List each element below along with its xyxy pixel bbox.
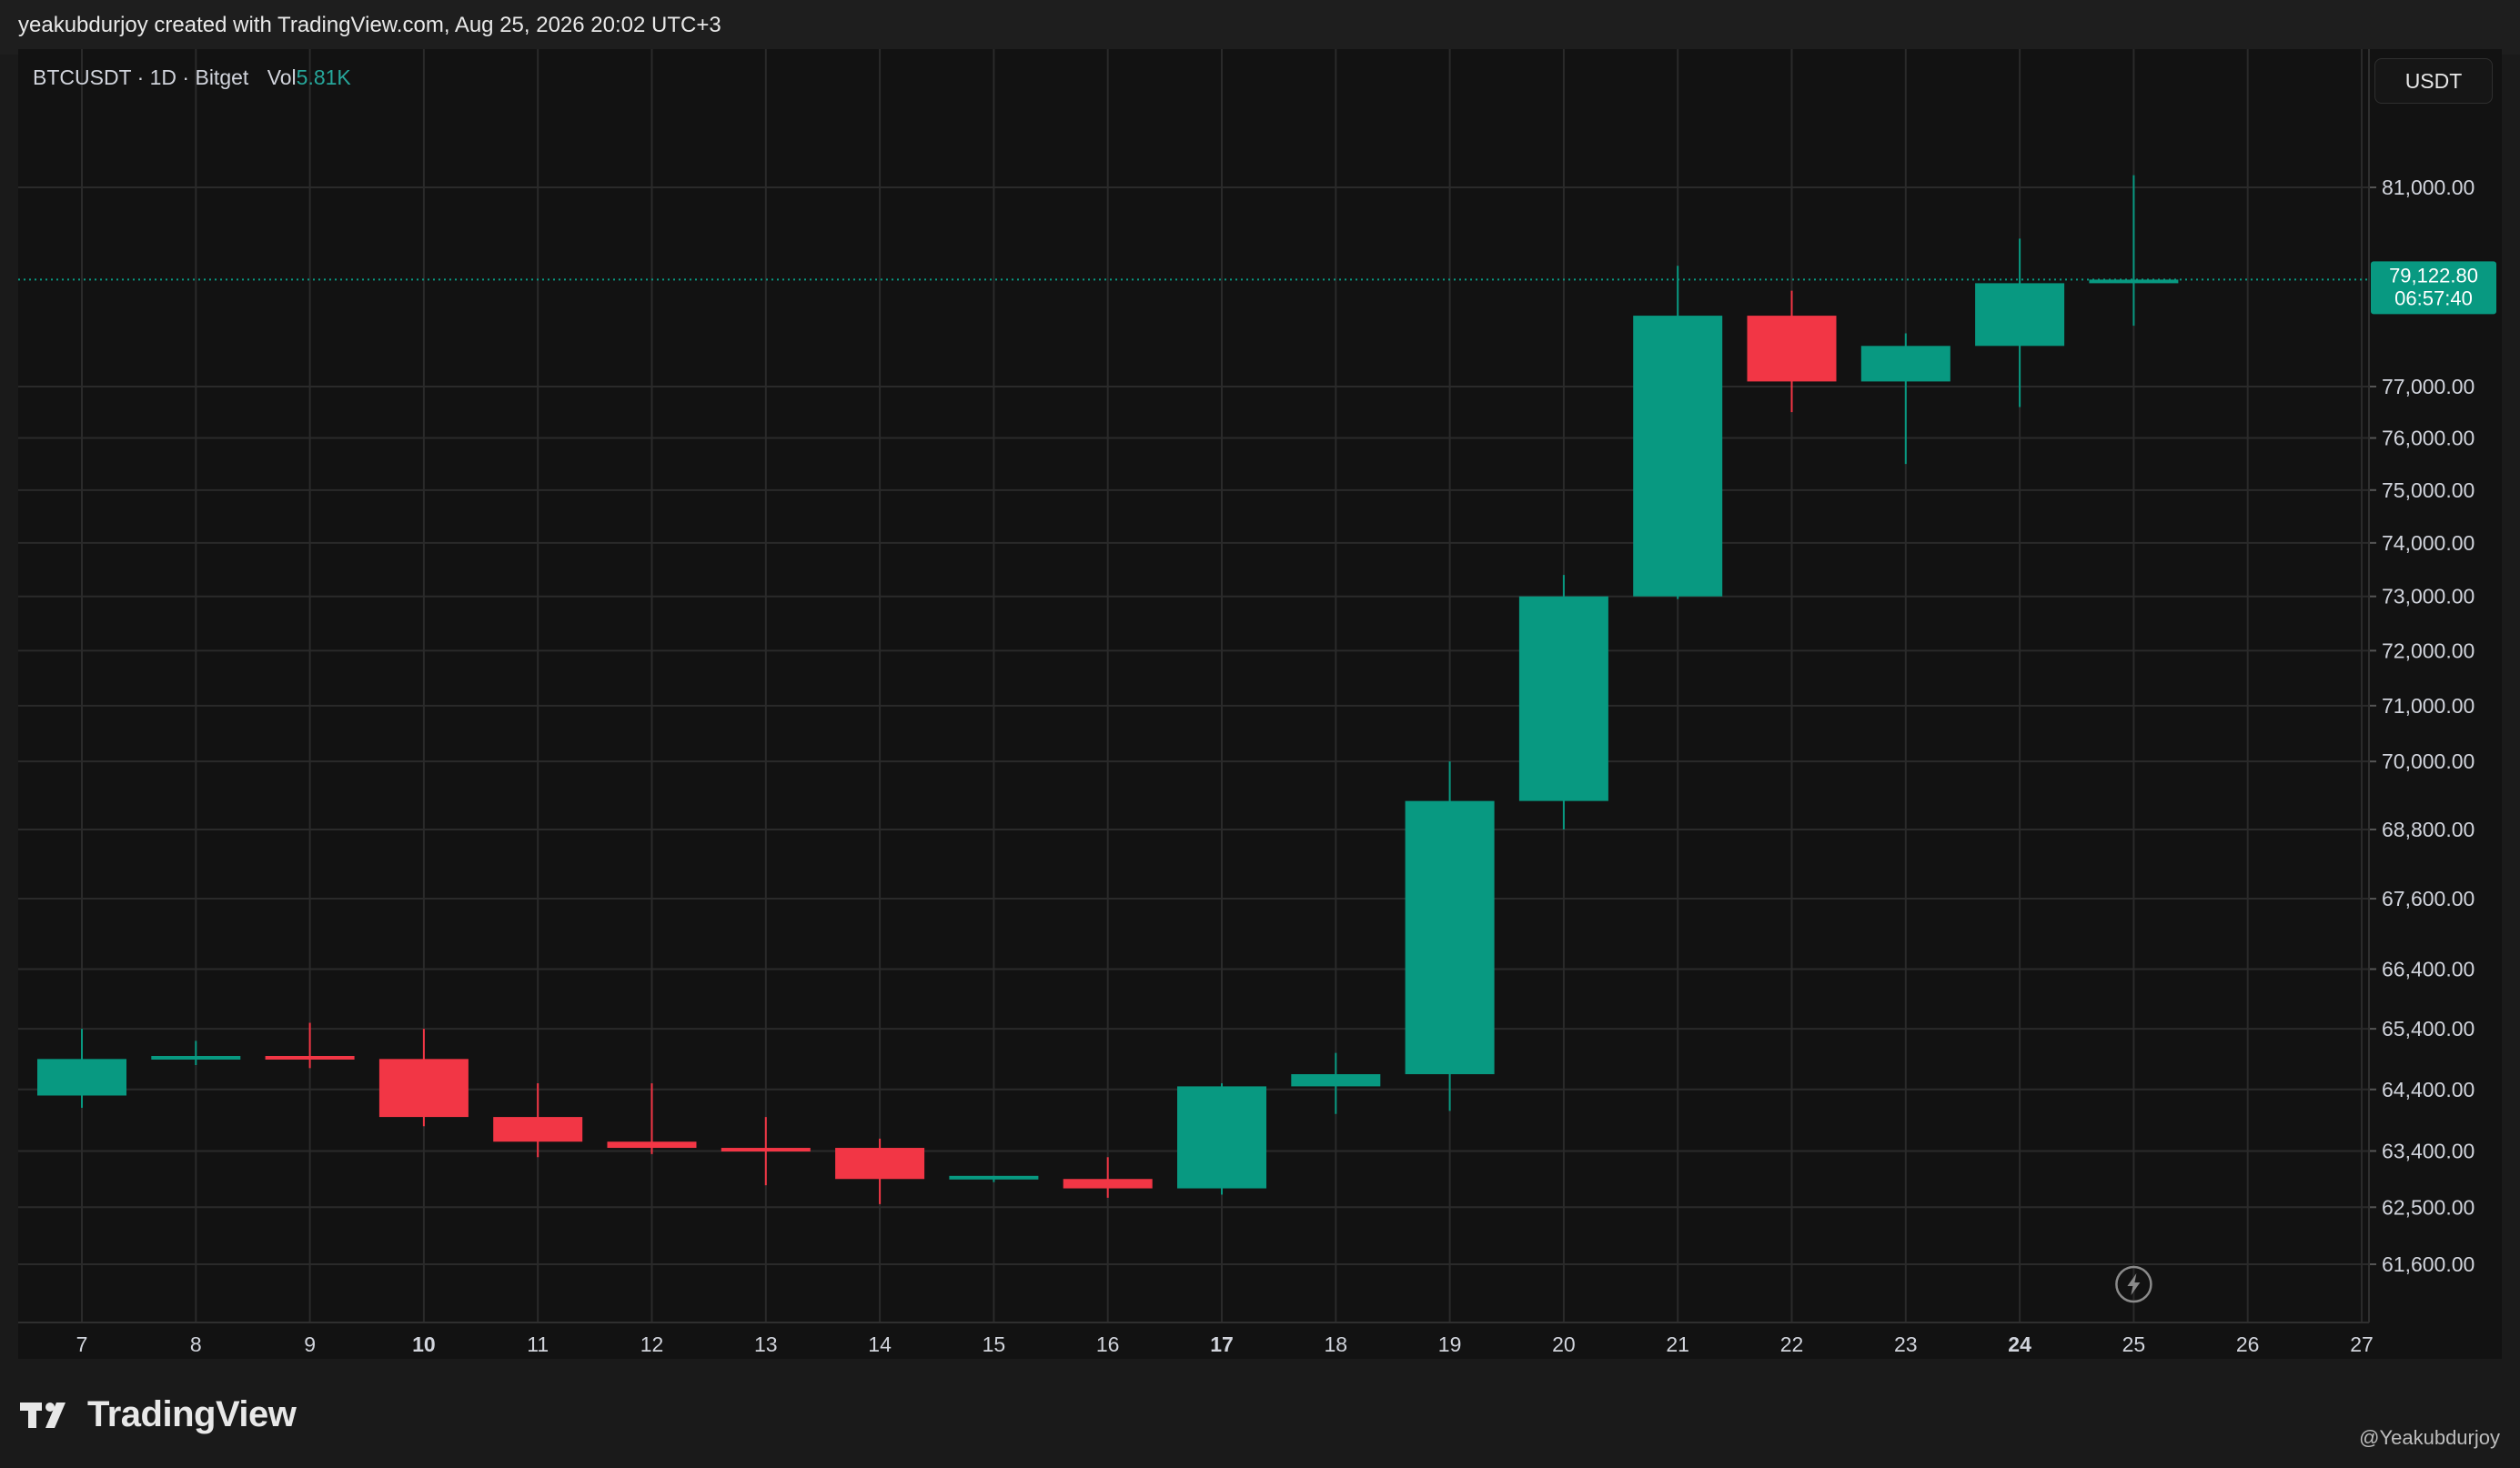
symbol-legend: BTCUSDT · 1D · Bitget Vol5.81K <box>33 65 351 90</box>
y-tick-label: 61,600.00 <box>2382 1252 2475 1276</box>
x-tick-label: 14 <box>868 1332 892 1356</box>
y-tick-label: 64,400.00 <box>2382 1078 2475 1101</box>
candle-body[interactable] <box>2089 279 2179 284</box>
symbol-info[interactable]: BTCUSDT · 1D · Bitget <box>33 65 248 89</box>
current-price-label: 79,122.80 <box>2389 264 2478 287</box>
volume-value: 5.81K <box>296 65 351 89</box>
y-tick-label: 62,500.00 <box>2382 1195 2475 1219</box>
y-tick-label: 71,000.00 <box>2382 694 2475 718</box>
x-tick-label: 9 <box>304 1332 316 1356</box>
candle-body[interactable] <box>1291 1074 1381 1087</box>
candle-body[interactable] <box>378 1059 469 1118</box>
y-tick-label: 65,400.00 <box>2382 1017 2475 1041</box>
candle-body[interactable] <box>1518 596 1608 801</box>
candle-body[interactable] <box>607 1141 697 1149</box>
x-tick-label: 19 <box>1438 1332 1462 1356</box>
y-tick-label: 72,000.00 <box>2382 638 2475 662</box>
x-tick-label: 18 <box>1325 1332 1348 1356</box>
candle-body[interactable] <box>1975 283 2065 347</box>
tradingview-logo-icon <box>20 1403 66 1428</box>
candle-body[interactable] <box>949 1175 1039 1180</box>
x-tick-label: 27 <box>2350 1332 2374 1356</box>
candlestick-chart[interactable]: 7 8 9 10 11 12 13 14 15 16 17 18 19 20 21 22 23 24 25 26 27 8… <box>18 49 2502 1359</box>
x-tick-label: 20 <box>1552 1332 1576 1356</box>
x-tick-label: 12 <box>640 1332 664 1356</box>
candle-body[interactable] <box>265 1055 355 1060</box>
x-tick-label: 13 <box>754 1332 778 1356</box>
attribution-caption: yeakubdurjoy created with TradingView.co… <box>18 13 721 37</box>
x-tick-label: 23 <box>1894 1332 1918 1356</box>
y-tick-label: 66,400.00 <box>2382 958 2475 981</box>
candle-body[interactable] <box>493 1117 583 1142</box>
countdown-label: 06:57:40 <box>2394 287 2473 309</box>
x-tick-label: 11 <box>527 1332 549 1356</box>
chart-area[interactable]: 7 8 9 10 11 12 13 14 15 16 17 18 19 20 21 22 23 24 25 26 27 8… <box>18 49 2502 1359</box>
candle-body[interactable] <box>721 1148 811 1152</box>
y-tick-label: 73,000.00 <box>2382 585 2475 608</box>
y-tick-label: 77,000.00 <box>2382 375 2475 398</box>
x-tick-label: 25 <box>2122 1332 2146 1356</box>
candle-body[interactable] <box>1747 316 1837 382</box>
candle-body[interactable] <box>1405 800 1495 1075</box>
x-tick-label: 21 <box>1666 1332 1689 1356</box>
candle-body[interactable] <box>1063 1179 1153 1189</box>
x-tick-label: 15 <box>983 1332 1006 1356</box>
volume-label: Vol <box>267 65 297 89</box>
x-tick-label: 26 <box>2236 1332 2260 1356</box>
candle-body[interactable] <box>1633 316 1723 597</box>
candle-body[interactable] <box>1177 1086 1266 1189</box>
currency-button[interactable]: USDT <box>2374 58 2493 104</box>
tradingview-wordmark: TradingView <box>87 1393 297 1434</box>
x-tick-label: 22 <box>1780 1332 1804 1356</box>
candle-body[interactable] <box>151 1055 241 1060</box>
x-tick-label: 24 <box>2008 1332 2031 1356</box>
y-tick-label: 81,000.00 <box>2382 176 2475 199</box>
y-tick-label: 76,000.00 <box>2382 427 2475 450</box>
y-tick-label: 68,800.00 <box>2382 818 2475 841</box>
x-tick-label: 7 <box>76 1332 88 1356</box>
tradingview-logo: TradingView <box>20 1393 297 1435</box>
top-bar: yeakubdurjoy created with TradingView.co… <box>0 0 2520 55</box>
candle-body[interactable] <box>835 1148 925 1180</box>
y-tick-label: 75,000.00 <box>2382 478 2475 502</box>
x-tick-label: 17 <box>1210 1332 1234 1356</box>
candle-body[interactable] <box>37 1059 126 1096</box>
y-tick-label: 67,600.00 <box>2382 887 2475 910</box>
y-tick-label: 74,000.00 <box>2382 531 2475 555</box>
y-tick-label: 70,000.00 <box>2382 749 2475 773</box>
y-tick-label: 63,400.00 <box>2382 1139 2475 1162</box>
watermark-username: @Yeakubdurjoy <box>2359 1426 2500 1449</box>
x-tick-label: 10 <box>412 1332 436 1356</box>
x-tick-label: 8 <box>190 1332 202 1356</box>
candle-body[interactable] <box>1860 346 1950 382</box>
x-tick-label: 16 <box>1096 1332 1120 1356</box>
